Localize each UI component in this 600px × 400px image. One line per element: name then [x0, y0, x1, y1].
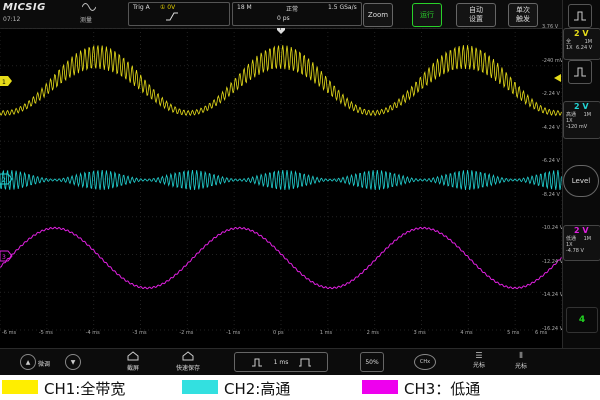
x-tick-label: -2 ms — [179, 330, 194, 336]
x-tick-label: -6 ms — [2, 330, 17, 336]
timebase-narrow-icon — [251, 358, 262, 367]
svg-text:2: 2 — [2, 177, 6, 184]
pulse-icon-1[interactable] — [568, 4, 592, 28]
measure-icon[interactable] — [82, 2, 96, 12]
cursor-label-2: 光标 — [514, 363, 527, 370]
timebase-value: 1 ms — [273, 358, 289, 366]
cursor-button-1[interactable]: ☰ 光标 — [468, 351, 490, 369]
ch2-impedance: 1M — [583, 112, 592, 118]
x-tick-label: 6 ms — [535, 330, 548, 336]
cursor-label-1: 光标 — [472, 362, 485, 369]
rising-edge-icon — [166, 12, 178, 21]
cursor-h-icon: ☰ — [475, 351, 483, 360]
y-tick-label: 3.76 V — [542, 24, 559, 30]
y-tick-label: -8.24 V — [542, 191, 560, 198]
x-tick-label: 0 ps — [273, 330, 284, 336]
ch3-marker[interactable]: 3 — [0, 250, 13, 262]
waveform-display[interactable]: 1 2 3 T — [0, 28, 562, 348]
trigger-level: ① 0V — [160, 4, 176, 11]
quicksave-label: 快速保存 — [175, 365, 200, 372]
acquire-mode: 正常 — [286, 6, 299, 13]
zoom-button[interactable]: Zoom — [363, 3, 393, 27]
fine-down-icon[interactable]: ▼ — [65, 354, 81, 370]
x-tick-label: 1 ms — [319, 330, 333, 336]
legend-label-ch1: CH1:全带宽 — [44, 380, 126, 398]
percent-button[interactable]: 50% — [360, 352, 384, 372]
x-tick-label: 2 ms — [366, 330, 379, 336]
auto-setup-button[interactable]: 自动 设置 — [456, 3, 496, 27]
chx-button[interactable]: CHx — [414, 354, 436, 370]
ch2-offset: -120 mV — [566, 124, 588, 130]
single-trigger-button[interactable]: 单次 触发 — [508, 3, 538, 27]
ch1-card[interactable]: 2 V 全 1M 1X 6.24 V — [563, 28, 600, 60]
ch4-button[interactable]: 4 — [566, 307, 598, 333]
run-button[interactable]: 运行 — [412, 3, 442, 27]
single-trigger-label: 单次 触发 — [516, 6, 530, 23]
ch3-card[interactable]: 2 V 低通 1M 1X -4.78 V — [563, 225, 600, 261]
screenshot-label: 截屏 — [126, 365, 139, 372]
timebase-wide-icon — [299, 358, 312, 367]
ch3-volts: 2 V — [574, 226, 589, 235]
save-icon — [182, 351, 194, 361]
x-tick-label: -4 ms — [85, 330, 100, 336]
x-tick-label: -5 ms — [38, 330, 53, 336]
x-tick-label: 4 ms — [460, 330, 473, 336]
brand-logo: MICSIG — [3, 2, 46, 13]
cursor-button-2[interactable]: ⦀ 光标 — [510, 351, 532, 370]
home-icon — [127, 351, 139, 361]
x-tick-label: 5 ms — [507, 330, 520, 336]
memory-depth: 18 M — [237, 4, 252, 11]
trigger-time-marker[interactable]: T — [277, 28, 285, 34]
y-tick-label: -2.24 V — [542, 91, 560, 98]
auto-setup-label: 自动 设置 — [469, 6, 483, 23]
pulse-icon-2[interactable] — [568, 60, 592, 84]
x-tick-label: -1 ms — [226, 330, 241, 336]
fine-up-icon[interactable]: ▲ — [20, 354, 36, 370]
clock-time: 07:12 — [3, 16, 21, 23]
y-tick-label: -240 mV — [542, 57, 564, 64]
time-position: 0 ps — [277, 15, 290, 22]
x-tick-label: -3 ms — [132, 330, 147, 336]
level-knob-button[interactable]: Level — [563, 165, 599, 197]
legend-swatch-ch3 — [362, 380, 398, 394]
quicksave-button[interactable]: 快速保存 — [168, 351, 208, 372]
svg-text:1: 1 — [2, 79, 6, 86]
svg-text:3: 3 — [2, 254, 6, 261]
screenshot-button[interactable]: 截屏 — [118, 351, 148, 372]
legend-swatch-ch1 — [2, 380, 38, 394]
y-tick-label: -10.24 V — [542, 225, 564, 232]
y-tick-label: -14.24 V — [542, 292, 564, 299]
ch2-card[interactable]: 2 V 高通 1M 1X -120 mV — [563, 101, 600, 139]
fine-label: 微调 — [38, 361, 51, 368]
measure-label[interactable]: 测量 — [80, 15, 92, 24]
sample-rate: 1.5 GSa/s — [328, 4, 357, 11]
ch1-probe: 1X — [566, 45, 573, 51]
y-tick-label: -6.24 V — [542, 158, 560, 165]
ch1-volts: 2 V — [574, 29, 589, 38]
ch3-impedance: 1M — [583, 236, 592, 242]
trigger-level-marker[interactable] — [554, 74, 561, 82]
ch2-volts: 2 V — [574, 102, 589, 111]
cursor-v-icon: ⦀ — [519, 351, 523, 360]
timebase-control[interactable]: 1 ms — [234, 352, 328, 372]
trigger-label: Trig A — [133, 4, 150, 11]
y-tick-label: -12.24 V — [542, 258, 564, 265]
ch1-marker[interactable]: 1 — [0, 76, 12, 86]
x-tick-label: 3 ms — [413, 330, 426, 336]
legend-label-ch2: CH2:高通 — [224, 380, 291, 398]
ch3-offset: -4.78 V — [566, 248, 584, 254]
legend-swatch-ch2 — [182, 380, 218, 394]
legend-label-ch3: CH3：低通 — [404, 380, 481, 398]
y-tick-label: -4.24 V — [542, 124, 560, 131]
